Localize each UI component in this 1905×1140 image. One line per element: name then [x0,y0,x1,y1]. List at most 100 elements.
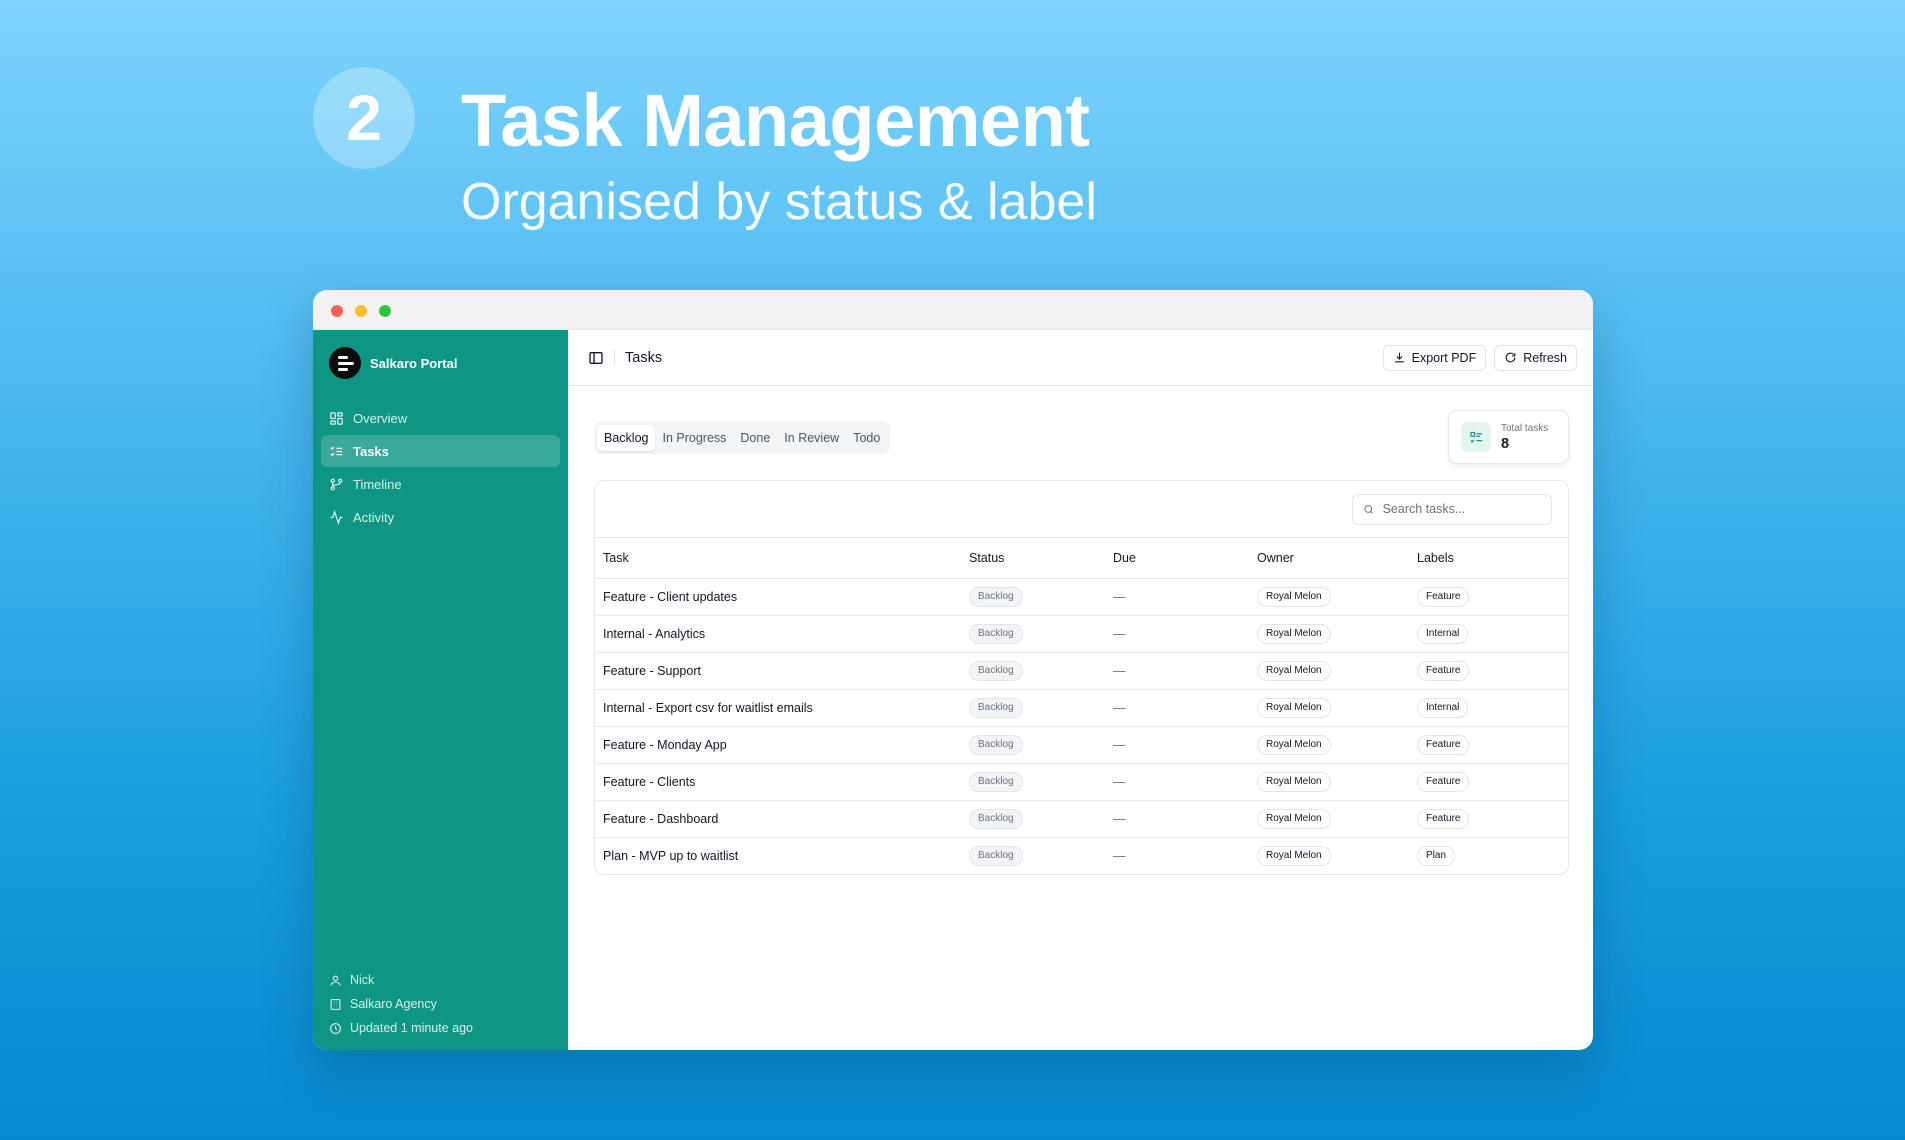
labels-cell: Internal [1409,689,1568,727]
column-header-status[interactable]: Status [961,538,1105,579]
brand-name: Salkaro Portal [370,355,458,371]
tab-done[interactable]: Done [733,425,777,451]
due-date: — [1113,848,1126,863]
due-date: — [1105,800,1249,838]
task-name: Internal - Export csv for waitlist email… [595,689,961,727]
status-badge: Backlog [969,586,1023,607]
due-date: — [1105,578,1249,616]
table-row[interactable]: Feature - Support Backlog — Royal Melon … [595,652,1568,690]
search-input[interactable] [1382,502,1541,516]
sidebar-item-label: Tasks [353,443,389,459]
column-header-due[interactable]: Due [1105,538,1249,579]
status-badge: Backlog [969,623,1023,644]
list-checks-icon [330,446,343,456]
refresh-label: Refresh [1523,350,1567,365]
table-row[interactable]: Internal - Export csv for waitlist email… [595,689,1568,727]
sidebar-item-timeline[interactable]: Timeline [321,468,560,500]
step-number-badge: 2 [313,67,415,169]
topbar: Tasks Export PDF Refresh [568,330,1593,386]
export-pdf-label: Export PDF [1411,350,1477,365]
status-badge: Backlog [969,771,1023,792]
window-close-button[interactable] [331,305,343,317]
brand-logo-icon [329,347,361,379]
table-row[interactable]: Internal - Analytics Backlog — Royal Mel… [595,615,1568,653]
tasks-table: Task Status Due Owner Labels Feature - C… [595,538,1568,874]
owner-badge: Royal Melon [1257,586,1331,607]
sidebar-item-overview[interactable]: Overview [321,402,560,434]
status-cell: Backlog [961,578,1105,616]
tasks-table-body: Feature - Client updates Backlog — Royal… [595,578,1568,874]
owner-cell: Royal Melon [1249,578,1409,616]
column-header-labels[interactable]: Labels [1409,538,1568,579]
label-badge: Feature [1417,660,1470,681]
due-date: — [1105,763,1249,801]
export-pdf-button[interactable]: Export PDF [1382,344,1487,371]
column-header-task[interactable]: Task [595,538,961,579]
owner-cell: Royal Melon [1249,652,1409,690]
column-header-owner[interactable]: Owner [1249,538,1409,579]
sidebar-item-activity[interactable]: Activity [321,501,560,533]
topbar-separator [614,349,615,366]
labels-cell: Feature [1409,800,1568,838]
owner-badge: Royal Melon [1257,771,1331,792]
status-cell: Backlog [961,615,1105,653]
download-icon [1394,352,1404,363]
footer-user-name: Nick [350,973,375,987]
due-date: — [1105,689,1249,727]
status-badge: Backlog [969,660,1023,681]
sidebar-item-tasks[interactable]: Tasks [321,435,560,467]
main-content: Tasks Export PDF Refresh Backlog In Prog… [568,330,1593,1050]
sidebar-toggle-icon[interactable] [588,350,604,366]
search-box [1352,493,1552,525]
labels-cell: Feature [1409,763,1568,801]
table-row[interactable]: Feature - Client updates Backlog — Royal… [595,578,1568,616]
clock-icon [330,1022,341,1034]
refresh-icon [1505,352,1516,363]
task-name: Feature - Client updates [595,578,961,616]
task-name: Feature - Dashboard [595,800,961,838]
search-icon [1364,504,1373,514]
refresh-button[interactable]: Refresh [1494,344,1577,371]
footer-updated: Updated 1 minute ago [329,1016,473,1040]
sidebar-item-label: Activity [353,509,395,525]
table-row[interactable]: Feature - Dashboard Backlog — Royal Melo… [595,800,1568,838]
owner-cell: Royal Melon [1249,615,1409,653]
tab-in-review[interactable]: In Review [777,425,846,451]
due-date: — [1105,652,1249,690]
owner-cell: Royal Melon [1249,800,1409,838]
stat-label: Total tasks [1501,422,1549,434]
table-row[interactable]: Feature - Clients Backlog — Royal Melon … [595,763,1568,801]
sidebar-item-label: Overview [353,410,408,426]
status-cell: Backlog [961,800,1105,838]
brand[interactable]: Salkaro Portal [313,330,568,396]
owner-badge: Royal Melon [1257,697,1331,718]
window-maximize-button[interactable] [379,305,391,317]
status-cell: Backlog [961,837,1105,874]
owner-badge: Royal Melon [1257,623,1331,644]
owner-badge: Royal Melon [1257,660,1331,681]
table-row[interactable]: Feature - Monday App Backlog — Royal Mel… [595,726,1568,764]
task-name: Feature - Support [595,652,961,690]
status-cell: Backlog [961,726,1105,764]
status-cell: Backlog [961,689,1105,727]
user-icon [330,975,341,985]
window-minimize-button[interactable] [355,305,367,317]
footer-agency-name: Salkaro Agency [350,997,437,1011]
footer-agency: Salkaro Agency [329,992,473,1016]
task-name: Feature - Clients [595,763,961,801]
total-tasks-card: Total tasks 8 [1448,410,1569,464]
app-window: Salkaro Portal Overview Tasks Timeline A… [313,290,1593,1050]
table-row[interactable]: Plan - MVP up to waitlist Backlog — Roya… [595,837,1568,874]
tab-todo[interactable]: Todo [846,425,887,451]
label-badge: Feature [1417,586,1470,607]
window-titlebar [313,290,1593,330]
tab-backlog[interactable]: Backlog [597,425,656,451]
topbar-actions: Export PDF Refresh [1382,344,1577,371]
owner-badge: Royal Melon [1257,734,1331,755]
tab-in-progress[interactable]: In Progress [655,425,733,451]
labels-cell: Plan [1409,837,1568,874]
building-icon [330,998,341,1010]
owner-cell: Royal Melon [1249,726,1409,764]
labels-cell: Feature [1409,652,1568,690]
owner-cell: Royal Melon [1249,763,1409,801]
